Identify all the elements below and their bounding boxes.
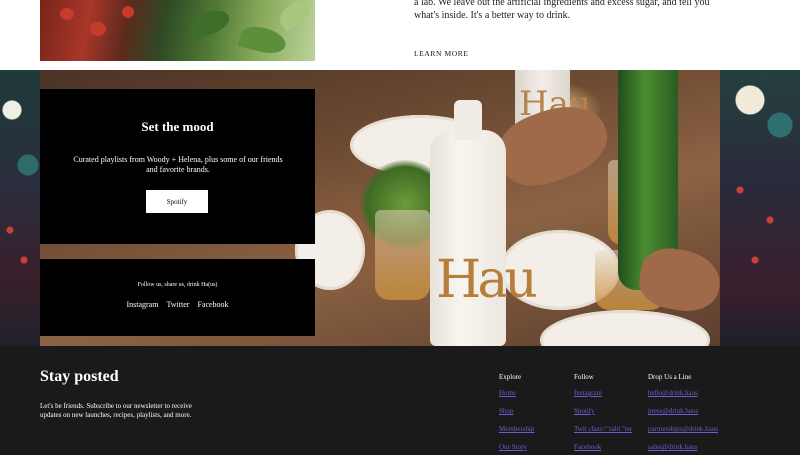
footer-link-instagram[interactable]: Instagram — [574, 389, 632, 397]
set-the-mood-description: Curated playlists from Woody + Helena, p… — [73, 155, 283, 174]
floral-fabric-right — [720, 70, 800, 346]
hau-bottle: Hau — [430, 100, 538, 346]
footer-link-facebook[interactable]: Facebook — [574, 443, 632, 451]
footer-column-heading: Drop Us a Line — [648, 373, 692, 381]
footer-link-spotify[interactable]: Spotify — [574, 407, 632, 415]
social-links: Instagram Twitter Facebook — [40, 300, 315, 309]
photo-detail — [60, 8, 74, 20]
learn-more-link[interactable]: LEARN MORE — [414, 49, 469, 58]
twitter-link[interactable]: Twitter — [166, 300, 189, 309]
footer-link-press-email[interactable]: press@drink.haus — [648, 407, 718, 415]
footer-column-heading: Follow — [574, 373, 594, 381]
instagram-link[interactable]: Instagram — [126, 300, 158, 309]
footer-column-follow: Follow Instagram Spotify Twit class="sah… — [574, 373, 632, 455]
bottle-logo: Hau — [436, 250, 538, 310]
photo-detail — [90, 22, 106, 36]
bottle-neck — [454, 100, 482, 140]
floral-fabric-left — [0, 70, 40, 346]
footer-link-home[interactable]: Home — [499, 389, 534, 397]
footer-link-our-story[interactable]: Our Story — [499, 443, 534, 451]
footer-column-contact: Drop Us a Line hello@drink.haus press@dr… — [648, 373, 718, 455]
footer-link-hello-email[interactable]: hello@drink.haus — [648, 389, 718, 397]
intro-section: a lab. We leave out the artificial ingre… — [0, 0, 800, 70]
footer-link-membership[interactable]: Membership — [499, 425, 534, 433]
facebook-link[interactable]: Facebook — [197, 300, 228, 309]
intro-text: a lab. We leave out the artificial ingre… — [414, 0, 710, 21]
footer-link-twitter[interactable]: Twit class="sahl "ter — [574, 425, 632, 433]
plate — [540, 310, 710, 346]
follow-us-label: Follow us, share us, drink Ha(us) — [137, 282, 218, 288]
set-the-mood-card: Set the mood Curated playlists from Wood… — [40, 89, 315, 244]
cocktail-glass — [375, 210, 430, 300]
footer-link-partnerships-email[interactable]: partnerships@drink.haus — [648, 425, 718, 433]
spotify-button[interactable]: Spotify — [146, 190, 208, 213]
photo-detail — [187, 5, 233, 41]
site-footer: Stay posted Let's be friends. Subscribe … — [0, 346, 800, 455]
hand — [489, 93, 617, 197]
footer-column-heading: Explore — [499, 373, 522, 381]
newsletter-description: Let's be friends. Subscribe to our newsl… — [40, 402, 192, 419]
photo-detail — [122, 6, 134, 18]
photo-detail — [237, 22, 289, 58]
stay-posted-title: Stay posted — [40, 368, 119, 385]
herbs-photo — [40, 0, 315, 61]
footer-link-shop[interactable]: Shop — [499, 407, 534, 415]
footer-column-explore: Explore Home Shop Membership Our Story — [499, 373, 534, 455]
set-the-mood-title: Set the mood — [141, 119, 214, 134]
set-the-mood-hero: Hau Hau Set the mood Curated playlists f… — [0, 70, 800, 346]
photo-detail — [275, 0, 315, 32]
footer-link-sales-email[interactable]: sales@drink.haus — [648, 443, 718, 451]
follow-us-card: Follow us, share us, drink Ha(us) Instag… — [40, 259, 315, 336]
